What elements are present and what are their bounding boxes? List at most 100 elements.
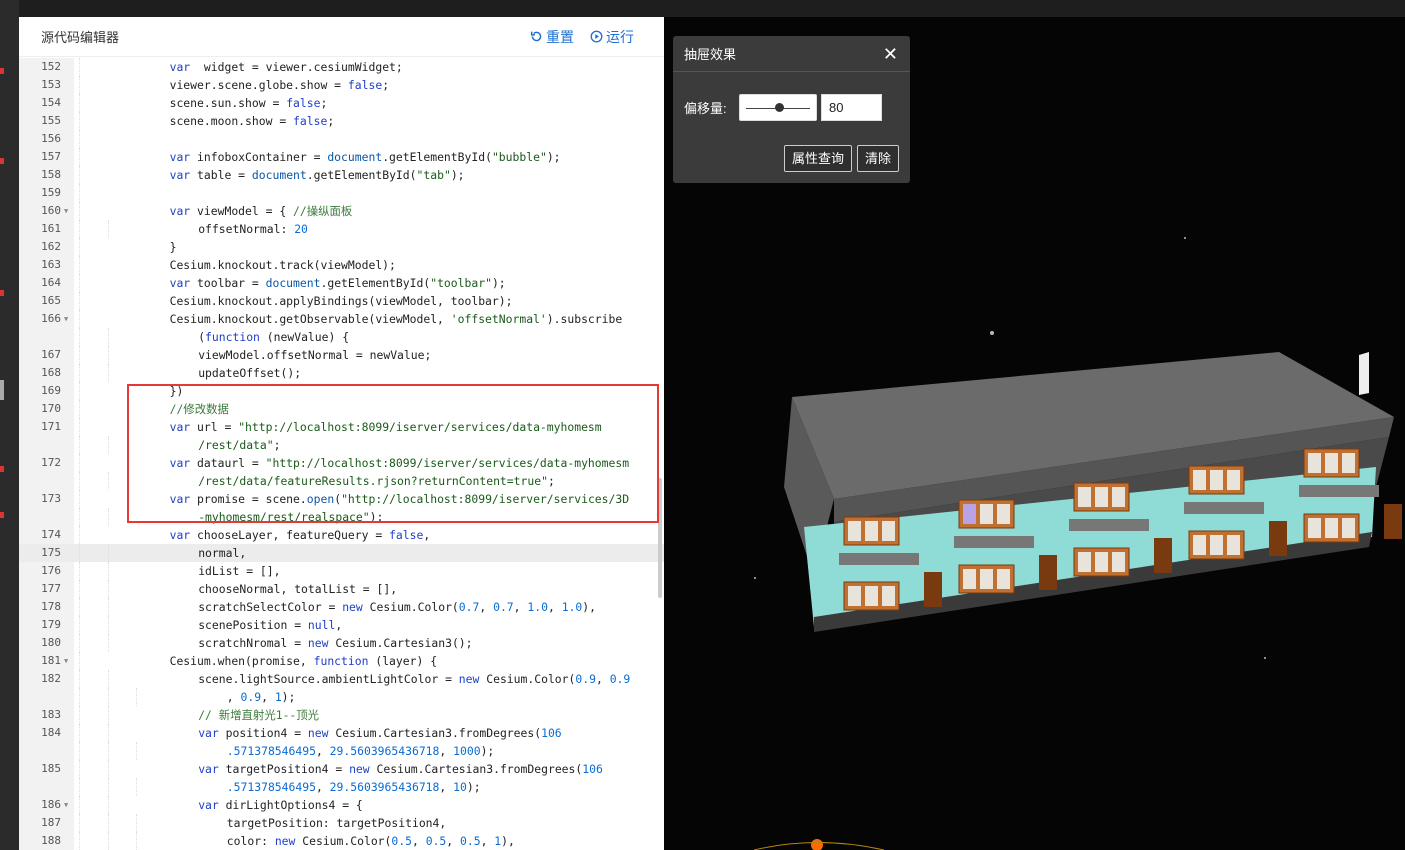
code-line[interactable]: 169}) — [19, 382, 664, 400]
code-line[interactable]: 171 var url = "http://localhost:8099/iser… — [19, 418, 664, 436]
code-token: normal, — [198, 546, 247, 560]
code-line[interactable]: , 0.9, 1); — [19, 688, 664, 706]
reset-label: 重置 — [546, 28, 574, 45]
code-token: document — [265, 276, 321, 290]
code-line[interactable]: 164 var toolbar = document.getElementById… — [19, 274, 664, 292]
indent-guide — [136, 814, 138, 832]
code-line[interactable]: 162} — [19, 238, 664, 256]
code-token: 29.5603965436718 — [329, 744, 440, 758]
line-number: 160 — [41, 204, 61, 217]
code-line[interactable]: 154 scene.sun.show = false; — [19, 94, 664, 112]
indent-guide — [107, 832, 109, 850]
code-line[interactable]: 179 scenePosition = null, — [19, 616, 664, 634]
code-line[interactable]: /rest/data/featureResults.rjson?returnCo… — [19, 472, 664, 490]
fold-toggle-icon[interactable]: ▼ — [64, 652, 68, 670]
code-token: , — [411, 834, 426, 848]
code-text: var promise = scene.open("http://localho… — [170, 490, 630, 508]
code-line[interactable]: 186 ▼ var dirLightOptions4 = { — [19, 796, 664, 814]
code-line[interactable]: 173 var promise = scene.open("http://loca… — [19, 490, 664, 508]
clear-button[interactable]: 清除 — [856, 145, 899, 172]
indent-guide — [107, 634, 109, 652]
code-line[interactable]: 165 Cesium.knockout.applyBindings(viewMod… — [19, 292, 664, 310]
code-line[interactable]: 156 — [19, 130, 664, 148]
code-text: var dataurl = "http://localhost:8099/ise… — [170, 454, 629, 472]
sidebar-marker[interactable] — [0, 158, 4, 164]
sidebar-marker[interactable] — [0, 466, 4, 472]
code-line[interactable]: 158 var table = document.getElementById("… — [19, 166, 664, 184]
code-token: ; — [327, 114, 335, 128]
code-line[interactable]: 170 //修改数据 — [19, 400, 664, 418]
code-line[interactable]: 185 var targetPosition4 = new Cesium.Cart… — [19, 760, 664, 778]
code-line[interactable]: 177 chooseNormal, totalList = [], — [19, 580, 664, 598]
code-lines[interactable]: 152 var widget = viewer.cesiumWidget; 153 v… — [19, 58, 664, 850]
code-line[interactable]: /rest/data"; — [19, 436, 664, 454]
vertical-scrollbar[interactable] — [658, 478, 662, 598]
indent-guide — [79, 508, 80, 526]
code-token: ); — [480, 744, 495, 758]
fold-toggle-icon[interactable]: ▼ — [64, 202, 68, 220]
code-line[interactable]: 163 Cesium.knockout.track(viewModel); — [19, 256, 664, 274]
code-line[interactable]: 152 var widget = viewer.cesiumWidget; — [19, 58, 664, 76]
code-line[interactable]: .571378546495, 29.5603965436718, 10); — [19, 778, 664, 796]
indent-guide — [79, 346, 80, 364]
indent-guide — [107, 346, 109, 364]
fold-toggle-icon[interactable]: ▼ — [64, 310, 68, 328]
indent-guide — [79, 598, 80, 616]
code-text: chooseNormal, totalList = [], — [198, 580, 397, 598]
sidebar-marker[interactable] — [0, 68, 4, 74]
code-line[interactable]: 188 color: new Cesium.Color(0.5, 0.5, 0.5… — [19, 832, 664, 850]
code-token: scratchSelectColor = — [198, 600, 343, 614]
code-line[interactable]: 161 offsetNormal: 20 — [19, 220, 664, 238]
code-line[interactable]: 180 scratchNromal = new Cesium.Cartesian3… — [19, 634, 664, 652]
offset-slider[interactable] — [739, 94, 817, 121]
code-line[interactable]: 153 viewer.scene.globe.show = false; — [19, 76, 664, 94]
sidebar-marker-active[interactable] — [0, 380, 4, 400]
indent-guide — [79, 130, 80, 148]
code-line[interactable]: 175 normal, — [19, 544, 664, 562]
code-line[interactable]: 184 var position4 = new Cesium.Cartesian3… — [19, 724, 664, 742]
code-line[interactable]: 183 // 新增直射光1--顶光 — [19, 706, 664, 724]
code-text: var dirLightOptions4 = { — [198, 796, 363, 814]
line-number: 161 — [41, 222, 61, 235]
code-token: function — [205, 330, 260, 344]
fold-toggle-icon[interactable]: ▼ — [64, 796, 68, 814]
code-line[interactable]: 159 — [19, 184, 664, 202]
code-area[interactable]: 152 var widget = viewer.cesiumWidget; 153 v… — [19, 58, 664, 850]
code-line[interactable]: (function (newValue) { — [19, 328, 664, 346]
slider-thumb[interactable] — [774, 103, 784, 112]
code-line[interactable]: 174 var chooseLayer, featureQuery = false… — [19, 526, 664, 544]
reset-button[interactable]: 重置 — [530, 27, 574, 47]
code-line[interactable]: 172 var dataurl = "http://localhost:8099/… — [19, 454, 664, 472]
left-sidebar — [0, 0, 19, 850]
offset-value-input[interactable]: 80 — [821, 94, 882, 121]
code-line[interactable]: 157 var infoboxContainer = document.getEl… — [19, 148, 664, 166]
code-line[interactable]: 178 scratchSelectColor = new Cesium.Color… — [19, 598, 664, 616]
code-line[interactable]: 166 ▼ Cesium.knockout.getObservable(viewMo… — [19, 310, 664, 328]
door — [1384, 504, 1402, 539]
sidebar-marker[interactable] — [0, 512, 4, 518]
close-icon[interactable]: ✕ — [883, 45, 898, 63]
line-number: 174 — [41, 528, 61, 541]
code-token: /rest/data/featureResults.rjson?returnCo… — [198, 474, 548, 488]
sidebar-marker[interactable] — [0, 290, 4, 296]
indent-guide — [79, 436, 80, 454]
code-line[interactable]: -myhomesm/rest/realspace"); — [19, 508, 664, 526]
code-line[interactable]: 181 ▼ Cesium.when(promise, function (layer… — [19, 652, 664, 670]
code-line[interactable]: .571378546495, 29.5603965436718, 1000); — [19, 742, 664, 760]
code-token: var — [169, 168, 191, 182]
code-line[interactable]: 168 updateOffset(); — [19, 364, 664, 382]
code-token: 0.9 — [575, 672, 596, 686]
attribute-query-button[interactable]: 属性查询 — [783, 145, 852, 172]
indent-guide — [79, 760, 80, 778]
code-line[interactable]: 160 ▼ var viewModel = { //操纵面板 — [19, 202, 664, 220]
code-text: //修改数据 — [170, 400, 229, 418]
code-line[interactable]: 187 targetPosition: targetPosition4, — [19, 814, 664, 832]
code-text: } — [170, 238, 177, 256]
code-line[interactable]: 155 scene.moon.show = false; — [19, 112, 664, 130]
run-button[interactable]: 运行 — [590, 27, 634, 47]
code-line[interactable]: 176 idList = [], — [19, 562, 664, 580]
line-number: 171 — [41, 420, 61, 433]
door — [1039, 555, 1057, 590]
code-line[interactable]: 167 viewModel.offsetNormal = newValue; — [19, 346, 664, 364]
code-line[interactable]: 182 scene.lightSource.ambientLightColor =… — [19, 670, 664, 688]
